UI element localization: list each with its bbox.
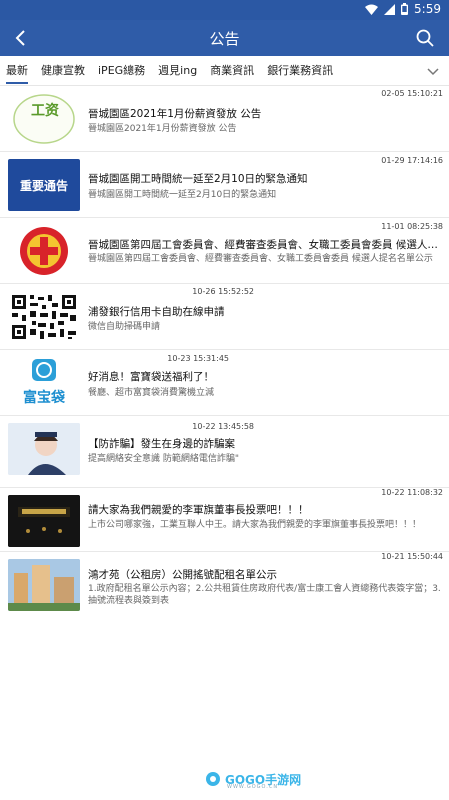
notice-title: 【防詐騙】發生在身邊的詐騙案 <box>88 438 235 450</box>
salary-thumbnail: 工资 <box>8 93 80 145</box>
notice-summary: 餐廳、超市富寶袋消費驚機立減 <box>88 388 215 398</box>
status-icons: 5:59 <box>365 2 441 16</box>
page-title: 公告 <box>209 30 240 48</box>
notice-summary: 微信自助掃碼申請 <box>88 322 161 332</box>
signal-icon <box>384 3 396 15</box>
watermark-subtext: WWW.GOGO.CN <box>227 784 279 790</box>
notice-summary: 晉城園區開工時間統一延至2月10日的緊急通知 <box>88 190 277 200</box>
watermark: GOGO手游网 WWW.GOGO.CN <box>205 766 325 792</box>
notice-title: 晉城園區第四屆工會委員會、經費審查委員會、女職工委員會委員 候選人提名... <box>88 239 443 251</box>
thumb-text: 富宝袋 <box>23 390 65 406</box>
vote-thumbnail <box>8 495 80 547</box>
urgent-notice-thumbnail: 重要通告 <box>8 159 80 211</box>
timestamp: 01-29 17:14:16 <box>381 156 443 165</box>
timestamp: 11-01 08:25:38 <box>381 222 443 231</box>
notice-title: 好消息！富寶袋送福利了！ <box>88 371 214 383</box>
salary-badge-icon <box>13 94 75 144</box>
vote-stage-image <box>8 495 80 547</box>
qr-code-thumbnail <box>8 291 80 343</box>
wifi-icon <box>365 4 379 15</box>
status-bar: 5:59 <box>0 0 449 20</box>
notice-summary: 上市公司哪家強，工業互聯人中王。請大家為我們親愛的李軍旗董事長投票吧！！！ <box>88 520 422 530</box>
union-logo-thumbnail <box>8 225 80 277</box>
list-item[interactable]: 10-22 11:08:32 請大家為我們親愛的李軍旗董事長投票吧！！！ 上市公… <box>0 488 449 552</box>
list-item[interactable]: 10-21 15:50:44 鴻才苑（公租房）公開搖號配租名單公示 1.政府配租… <box>0 552 449 622</box>
notice-title: 請大家為我們親愛的李軍旗董事長投票吧！！！ <box>88 504 309 516</box>
tab-health[interactable]: 健康宣教 <box>41 56 85 86</box>
list-item[interactable]: 10-22 13:45:58 【防詐騙】發生在身邊的詐騙案 提高網絡安全意識 防… <box>0 416 449 488</box>
status-time: 5:59 <box>414 2 441 16</box>
notice-title: 晉城園區2021年1月份薪資發放 公告 <box>88 108 262 120</box>
notice-summary: 1.政府配租名單公示內容；2.公共租賃住房政府代表/富士康工會人資總務代表簽字當… <box>88 584 441 606</box>
tab-list: 最新 健康宣教 iPEG總務 週見ing 商業資訊 銀行業務資訊 <box>6 56 419 86</box>
timestamp: 10-23 15:31:45 <box>167 354 229 363</box>
notice-title: 晉城園區開工時間統一延至2月10日的緊急通知 <box>88 173 308 185</box>
building-image <box>8 559 80 611</box>
notice-summary: 提高網絡安全意識 防範網絡電信詐騙" <box>88 454 240 464</box>
tab-business-info[interactable]: 商業資訊 <box>210 56 254 86</box>
app-bar: 公告 <box>0 20 449 56</box>
timestamp: 10-26 15:52:52 <box>192 287 254 296</box>
timestamp: 10-22 11:08:32 <box>381 488 443 497</box>
category-tab-bar: 最新 健康宣教 iPEG總務 週見ing 商業資訊 銀行業務資訊 <box>0 56 449 86</box>
search-button[interactable] <box>411 24 439 52</box>
search-icon <box>416 29 434 47</box>
timestamp: 10-21 15:50:44 <box>381 552 443 561</box>
public-housing-thumbnail <box>8 559 80 611</box>
tab-bank-info[interactable]: 銀行業務資訊 <box>267 56 333 86</box>
list-item[interactable]: 重要通告 01-29 17:14:16 晉城園區開工時間統一延至2月10日的緊急… <box>0 152 449 218</box>
notice-list: 工资 02-05 15:10:21 晉城園區2021年1月份薪資發放 公告 晉城… <box>0 86 449 622</box>
police-officer-image <box>8 423 80 475</box>
thumb-text: 重要通告 <box>19 179 68 193</box>
timestamp: 02-05 15:10:21 <box>381 89 443 98</box>
list-item[interactable]: 工资 02-05 15:10:21 晉城園區2021年1月份薪資發放 公告 晉城… <box>0 86 449 152</box>
list-item[interactable]: 富宝袋 10-23 15:31:45 好消息！富寶袋送福利了！ 餐廳、超市富寶袋… <box>0 350 449 416</box>
list-item[interactable]: 10-26 15:52:52 浦發銀行信用卡自助在線申請 微信自助掃碼申請 <box>0 284 449 350</box>
thumb-text: 工资 <box>31 103 59 119</box>
notice-title: 鴻才苑（公租房）公開搖號配租名單公示 <box>88 569 277 581</box>
tab-ipeg-general-affairs[interactable]: iPEG總務 <box>98 56 145 86</box>
timestamp: 10-22 13:45:58 <box>192 422 254 431</box>
tab-meet-ing[interactable]: 週見ing <box>158 56 197 86</box>
tab-latest[interactable]: 最新 <box>6 56 28 86</box>
notice-title: 浦發銀行信用卡自助在線申請 <box>88 306 225 318</box>
list-item[interactable]: 11-01 08:25:38 晉城園區第四屆工會委員會、經費審查委員會、女職工委… <box>0 218 449 284</box>
qr-code-icon <box>10 293 78 341</box>
battery-icon <box>401 3 409 15</box>
union-logo-icon <box>20 227 68 275</box>
watermark-logo-icon <box>206 772 220 786</box>
anti-fraud-thumbnail <box>8 423 80 475</box>
fubaodai-logo-thumbnail: 富宝袋 <box>8 357 80 409</box>
notice-summary: 晉城園區2021年1月份薪資發放 公告 <box>88 124 237 134</box>
chevron-down-icon[interactable] <box>425 63 441 79</box>
notice-summary: 晉城園區第四屆工會委員會、經費審查委員會、女職工委員會委員 候選人提名名單公示 <box>88 254 433 264</box>
